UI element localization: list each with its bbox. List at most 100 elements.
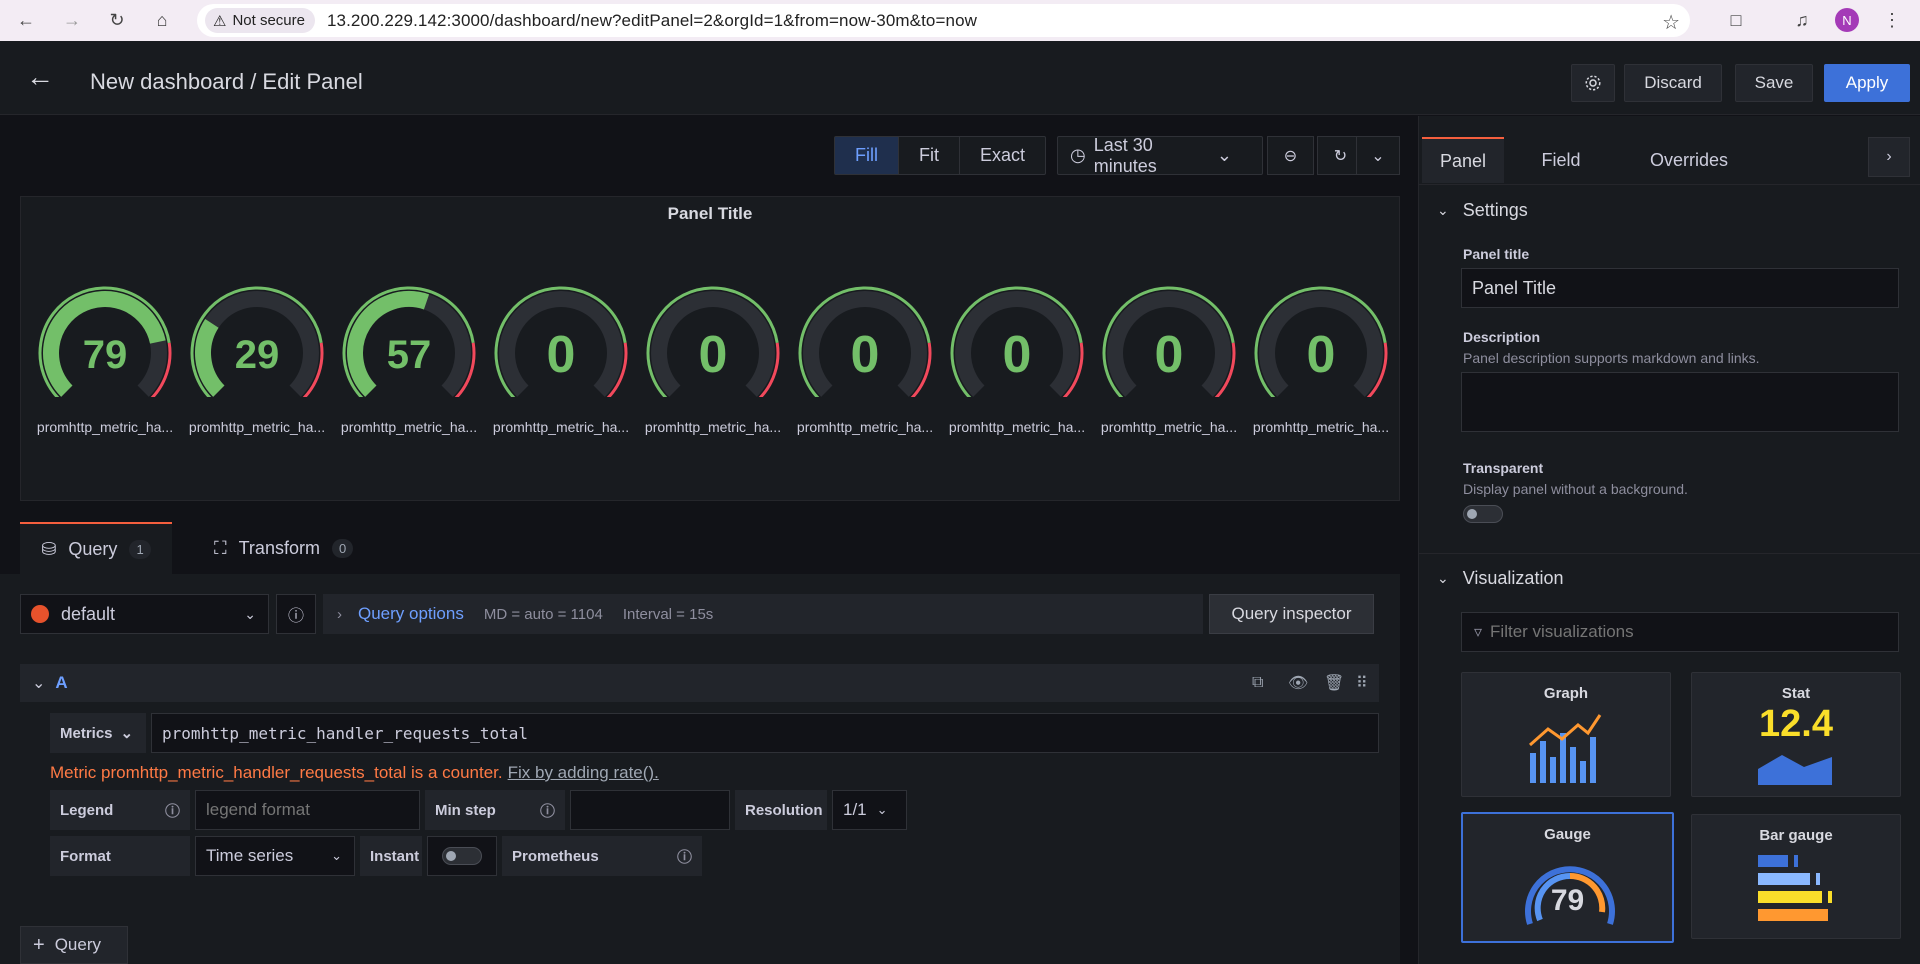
- save-button[interactable]: Save: [1735, 64, 1813, 102]
- gauge-1: 79: [35, 277, 175, 417]
- chevron-down-icon: ⌄: [120, 725, 134, 742]
- filter-visualizations-input[interactable]: [1490, 622, 1871, 642]
- description-label: Description: [1463, 329, 1541, 345]
- description-textarea[interactable]: [1461, 372, 1899, 432]
- info-icon[interactable]: ⓘ: [677, 846, 692, 867]
- gauge-label: promhttp_metric_ha...: [188, 419, 326, 435]
- bar-gauge-vis-icon: [1758, 855, 1832, 921]
- duplicate-icon[interactable]: ⧉: [1252, 674, 1263, 692]
- visualization-section-header[interactable]: ⌄ Visualization: [1437, 568, 1563, 589]
- metrics-browser-button[interactable]: Metrics ⌄: [50, 713, 146, 753]
- gauge-value: 0: [1306, 326, 1336, 384]
- query-inspector-button[interactable]: Query inspector: [1209, 594, 1374, 634]
- tab-field[interactable]: Field: [1516, 137, 1606, 183]
- interval-info: Interval = 15s: [622, 605, 714, 623]
- bookmark-star-icon[interactable]: ☆: [1662, 10, 1680, 35]
- stat-sparkline-icon: [1758, 755, 1832, 785]
- settings-section-header[interactable]: ⌄ Settings: [1437, 200, 1528, 221]
- datasource-help-button[interactable]: ⓘ: [276, 594, 316, 634]
- dashboard-settings-button[interactable]: [1571, 64, 1615, 102]
- address-bar[interactable]: ⚠ Not secure 13.200.229.142:3000/dashboa…: [197, 4, 1690, 37]
- vis-card-gauge[interactable]: Gauge 79: [1461, 812, 1674, 943]
- transparent-toggle[interactable]: [1463, 505, 1503, 523]
- back-icon[interactable]: ←: [14, 8, 38, 32]
- zoom-out-icon: ⊖: [1283, 147, 1298, 165]
- refresh-interval-dropdown[interactable]: ⌄: [1356, 136, 1400, 175]
- panel-editor-main: Fill Fit Exact ◷ Last 30 minutes ⌄ ⊖ ↻ ⌄…: [0, 116, 1416, 964]
- format-select[interactable]: Time series ⌄: [195, 836, 355, 876]
- browser-toolbar: ← → ↻ ⌂ ⚠ Not secure 13.200.229.142:3000…: [0, 0, 1920, 41]
- gauge-7: 0: [947, 277, 1087, 417]
- instant-toggle[interactable]: [427, 836, 497, 876]
- trash-icon[interactable]: 🗑: [1324, 673, 1344, 693]
- tab-panel[interactable]: Panel: [1422, 137, 1504, 183]
- refresh-icon: ↻: [1333, 147, 1348, 165]
- home-icon[interactable]: ⌂: [150, 8, 174, 32]
- info-icon[interactable]: ⓘ: [165, 800, 180, 821]
- query-options-label: Query options: [358, 604, 464, 623]
- back-arrow-icon[interactable]: ←: [26, 63, 54, 91]
- vis-name-bar-gauge: Bar gauge: [1759, 827, 1833, 844]
- gauge-label: promhttp_metric_ha...: [492, 419, 630, 435]
- query-editor: default ⌄ ⓘ › Query options MD = auto = …: [0, 574, 1400, 964]
- zoom-out-button[interactable]: ⊖: [1267, 136, 1314, 175]
- tab-transform[interactable]: ⛶ Transform 0: [214, 522, 354, 574]
- filter-visualizations[interactable]: ▿: [1461, 612, 1899, 652]
- fix-rate-link[interactable]: Fix by adding rate().: [508, 763, 659, 782]
- gauge-label: promhttp_metric_ha...: [1100, 419, 1238, 435]
- exact-mode-button[interactable]: Exact: [960, 137, 1045, 174]
- drag-handle-icon[interactable]: ⠿: [1356, 673, 1368, 693]
- media-icon[interactable]: ♫: [1790, 8, 1814, 32]
- panel-preview: Panel Title 79 promhttp_metric_ha... 29 pro…: [20, 196, 1400, 501]
- datasource-picker[interactable]: default ⌄: [20, 594, 269, 634]
- fit-mode-button[interactable]: Fit: [899, 137, 960, 174]
- tab-overrides[interactable]: Overrides: [1625, 137, 1753, 183]
- prometheus-label: Prometheus ⓘ: [502, 836, 702, 876]
- browser-menu-icon[interactable]: ⋮: [1880, 8, 1904, 32]
- stat-sample-value: 12.4: [1759, 703, 1833, 745]
- fill-mode-button[interactable]: Fill: [835, 137, 899, 174]
- extensions-icon[interactable]: □: [1724, 8, 1748, 32]
- vis-name-stat: Stat: [1781, 685, 1811, 702]
- vis-card-bar-gauge[interactable]: Bar gauge: [1691, 814, 1901, 939]
- gauge-6: 0: [795, 277, 935, 417]
- panel-title-input[interactable]: Panel Title: [1461, 268, 1899, 308]
- forward-icon[interactable]: →: [60, 8, 84, 32]
- chevron-down-icon: ⌄: [876, 802, 888, 817]
- query-options[interactable]: › Query options MD = auto = 1104 Interva…: [323, 594, 1203, 634]
- eye-icon[interactable]: 👁: [1288, 673, 1308, 693]
- collapse-pane-button[interactable]: ›: [1868, 137, 1910, 177]
- promql-expression-input[interactable]: promhttp_metric_handler_requests_total: [151, 713, 1379, 753]
- gauge-label: promhttp_metric_ha...: [796, 419, 934, 435]
- not-secure-chip[interactable]: ⚠ Not secure: [205, 8, 315, 33]
- resolution-select[interactable]: 1/1 ⌄: [832, 790, 907, 830]
- query-ref-id[interactable]: A: [55, 673, 67, 693]
- instant-label: Instant: [360, 836, 422, 876]
- time-range-label: Last 30 minutes: [1093, 134, 1157, 176]
- url-text[interactable]: 13.200.229.142:3000/dashboard/new?editPa…: [327, 11, 977, 31]
- legend-format-input[interactable]: [195, 790, 420, 830]
- apply-button[interactable]: Apply: [1824, 64, 1910, 102]
- gauge-sample-value: 79: [1550, 884, 1585, 917]
- gauge-8: 0: [1099, 277, 1239, 417]
- discard-button[interactable]: Discard: [1624, 64, 1722, 102]
- min-step-input[interactable]: [570, 790, 730, 830]
- vis-card-graph[interactable]: Graph: [1461, 672, 1671, 797]
- add-query-button[interactable]: + Query: [20, 926, 128, 964]
- legend-label: Legend ⓘ: [50, 790, 190, 830]
- resolution-label: Resolution: [735, 790, 827, 830]
- info-icon[interactable]: ⓘ: [540, 800, 555, 821]
- reload-icon[interactable]: ↻: [105, 8, 129, 32]
- metrics-label: Metrics: [60, 724, 113, 742]
- time-picker[interactable]: ◷ Last 30 minutes ⌄: [1057, 134, 1263, 176]
- chevron-down-icon: ⌄: [331, 848, 342, 863]
- tab-query[interactable]: ⛁ Query 1: [20, 522, 172, 574]
- profile-avatar[interactable]: N: [1835, 8, 1859, 32]
- transparent-label: Transparent: [1463, 460, 1544, 476]
- add-query-label: Query: [54, 935, 101, 954]
- collapse-chevron-icon[interactable]: ⌄: [32, 673, 45, 693]
- vis-card-stat[interactable]: Stat 12.4: [1691, 672, 1901, 797]
- edit-panel-header: ← New dashboard / Edit Panel Discard Sav…: [0, 41, 1920, 115]
- prometheus-icon: [31, 605, 49, 623]
- chevron-down-icon: ⌄: [1216, 145, 1232, 165]
